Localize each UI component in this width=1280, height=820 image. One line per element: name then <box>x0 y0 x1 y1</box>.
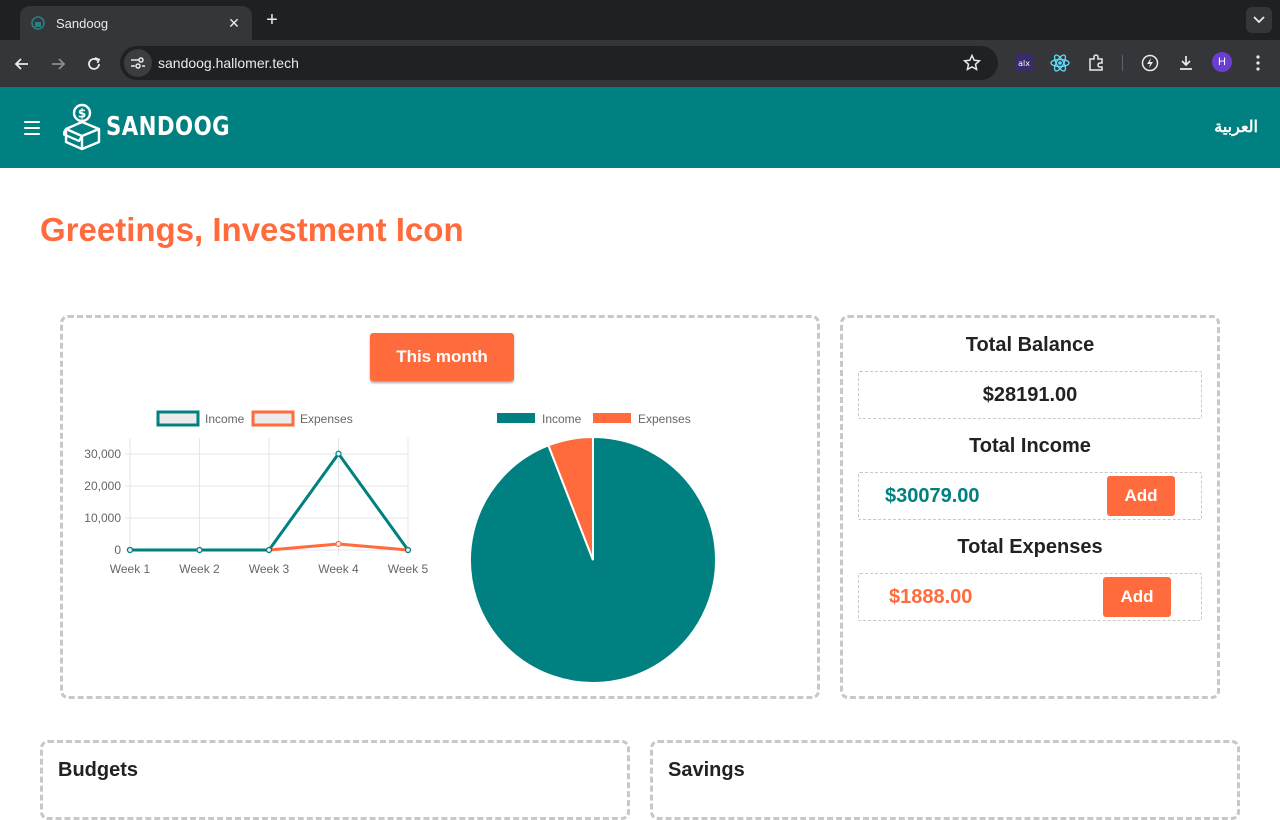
site-settings-icon[interactable] <box>124 49 152 77</box>
toolbar-separator <box>1122 55 1123 71</box>
download-icon[interactable] <box>1175 52 1197 74</box>
budgets-heading: Budgets <box>58 759 138 781</box>
total-expenses-title: Total Expenses <box>957 536 1103 558</box>
total-balance-value: $28191.00 <box>982 384 1078 406</box>
language-toggle[interactable]: العربية <box>1214 117 1258 137</box>
total-expenses-value: $1888.00 <box>889 586 973 608</box>
data-point-income <box>196 546 203 554</box>
tab-search-icon[interactable] <box>1246 7 1272 33</box>
logo-text[interactable]: SANDOOG <box>106 112 230 142</box>
y-tick-label: 20,000 <box>84 479 121 493</box>
pie-legend-swatch-expenses <box>593 413 631 423</box>
svg-text:$: $ <box>78 107 86 121</box>
budgets-card: Budgets <box>40 740 630 820</box>
total-balance-box: $28191.00 <box>858 371 1202 419</box>
data-point-income <box>265 546 273 554</box>
total-balance-title: Total Balance <box>965 334 1095 356</box>
react-devtools-icon[interactable] <box>1049 52 1071 74</box>
savings-heading: Savings <box>668 759 745 781</box>
y-tick-label: 30,000 <box>84 447 121 461</box>
alx-extension-icon[interactable]: alx <box>1013 52 1035 74</box>
bookmark-star-icon[interactable] <box>960 51 984 75</box>
y-tick-label: 10,000 <box>84 511 121 525</box>
x-tick-label: Week 2 <box>179 562 220 576</box>
menu-icon[interactable] <box>24 121 40 135</box>
add-income-button[interactable]: Add <box>1107 476 1175 516</box>
legend-label-income: Income <box>205 412 245 426</box>
browser-toolbar: sandoog.hallomer.tech alx H <box>0 40 1280 87</box>
add-expense-button[interactable]: Add <box>1103 577 1171 617</box>
data-point-expenses <box>335 540 342 548</box>
legend-swatch-expenses <box>251 410 295 427</box>
legend-label-expenses: Expenses <box>300 412 353 426</box>
puzzle-icon[interactable] <box>1085 52 1107 74</box>
total-income-value: $30079.00 <box>885 485 980 507</box>
x-tick-label: Week 1 <box>110 562 151 576</box>
income-expenses-pie-chart: Income Expenses <box>469 412 717 684</box>
total-income-title: Total Income <box>969 435 1091 457</box>
browser-menu-icon[interactable] <box>1247 52 1269 74</box>
data-point-income <box>126 546 134 554</box>
address-bar[interactable]: sandoog.hallomer.tech <box>120 46 998 80</box>
data-point-income <box>335 450 342 457</box>
pie-legend-swatch-income <box>497 413 535 423</box>
reload-icon[interactable] <box>82 52 106 76</box>
x-tick-label: Week 5 <box>388 562 429 576</box>
lightning-icon[interactable] <box>1139 52 1161 74</box>
charts-card: This month Income Expenses 0 10,000 20,000 30… <box>60 315 820 699</box>
svg-text:alx: alx <box>1018 59 1030 68</box>
forward-icon[interactable] <box>46 52 70 76</box>
sandoog-favicon-icon <box>30 15 46 31</box>
app-header: $ SANDOOG العربية <box>0 87 1280 168</box>
data-point-income <box>404 546 412 554</box>
legend-swatch-income <box>156 410 200 427</box>
y-tick-label: 0 <box>114 543 121 557</box>
pie-legend-label-income: Income <box>542 412 582 426</box>
savings-card: Savings <box>650 740 1240 820</box>
browser-tab-bar: Sandoog ✕ + <box>0 0 1280 40</box>
new-tab-icon[interactable]: + <box>262 10 282 30</box>
sandoog-box-logo-icon[interactable]: $ <box>61 103 103 151</box>
back-icon[interactable] <box>10 52 34 76</box>
x-tick-label: Week 3 <box>249 562 290 576</box>
x-tick-label: Week 4 <box>318 562 359 576</box>
browser-tab[interactable]: Sandoog ✕ <box>20 6 252 40</box>
url-text: sandoog.hallomer.tech <box>158 55 299 71</box>
profile-avatar[interactable]: H <box>1212 52 1232 72</box>
greeting-heading: Greetings, Investment Icon <box>40 211 464 248</box>
pie-legend-label-expenses: Expenses <box>638 412 691 426</box>
tab-title: Sandoog <box>56 15 109 31</box>
total-income-box: $30079.00 Add <box>858 472 1202 520</box>
total-expenses-box: $1888.00 Add <box>858 573 1202 621</box>
tab-close-icon[interactable]: ✕ <box>226 15 242 32</box>
period-button[interactable]: This month <box>370 333 514 381</box>
totals-card: Total Balance $28191.00 Total Income $30… <box>840 315 1220 699</box>
income-expenses-line-chart: Income Expenses 0 10,000 20,000 30,000 Week 1 W… <box>84 410 429 576</box>
